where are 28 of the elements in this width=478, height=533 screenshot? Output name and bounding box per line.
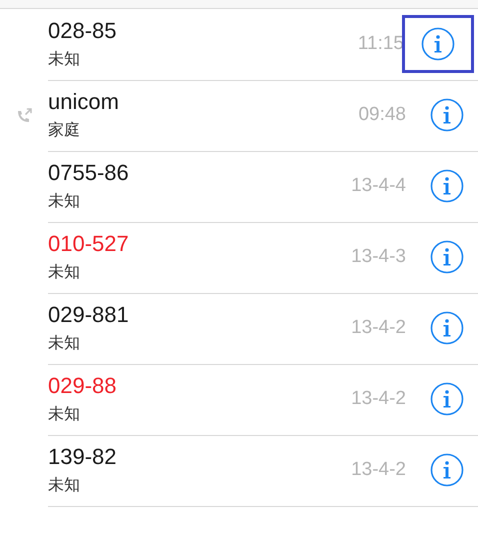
call-time: 13-4-2 [351, 317, 406, 339]
info-button[interactable] [430, 240, 464, 274]
number-type: 未知 [48, 192, 80, 212]
caller-number: unicom [48, 89, 119, 115]
info-button[interactable] [421, 27, 455, 61]
number-type: 未知 [48, 476, 80, 496]
caller-number: 028-85 [48, 18, 117, 44]
info-button[interactable] [430, 382, 464, 416]
info-button[interactable] [430, 98, 464, 132]
caller-number: 029-881 [48, 302, 129, 328]
number-type: 家庭 [48, 120, 80, 141]
caller-number: 0755-86 [48, 160, 129, 186]
caller-number: 029-88 [48, 373, 117, 399]
number-type: 未知 [48, 334, 80, 354]
call-time: 13-4-3 [351, 246, 406, 268]
call-time: 11:15 [358, 33, 404, 55]
call-time: 09:48 [358, 104, 406, 126]
number-type: 未知 [48, 404, 80, 425]
caller-number: 010-527 [48, 231, 129, 257]
info-button[interactable] [430, 311, 464, 345]
info-button[interactable] [430, 169, 464, 203]
call-time: 13-4-4 [351, 175, 406, 197]
number-type: 未知 [48, 262, 80, 283]
caller-number: 139-82 [48, 444, 117, 470]
call-time: 13-4-2 [351, 388, 406, 410]
info-button[interactable] [430, 453, 464, 487]
number-type: 未知 [48, 50, 80, 70]
call-time: 13-4-2 [351, 459, 406, 481]
